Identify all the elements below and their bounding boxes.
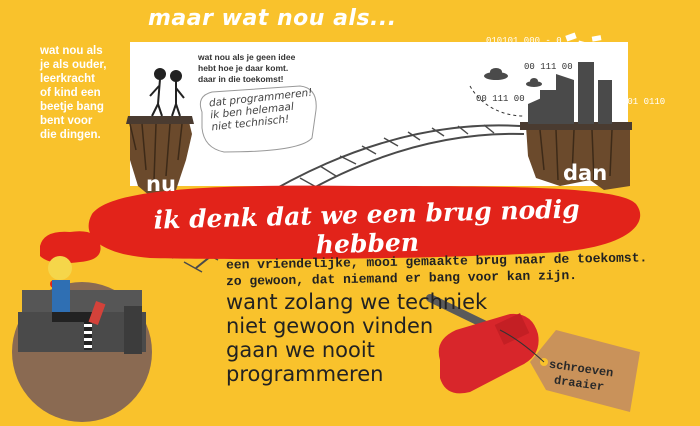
scene-top-note: wat nou als je geen idee hebt hoe je daa… [198, 52, 295, 85]
handwritten-line: niet gewoon vinden [226, 314, 434, 338]
worried-people-illustration [149, 68, 185, 117]
scene-top-note-line: daar in die toekomst! [198, 74, 284, 84]
scene-top-note-line: hebt hoe je daar komt. [198, 63, 289, 73]
couch-scene-illustration [12, 256, 152, 422]
binary-code-label: 00 111 00 [476, 94, 525, 104]
handwritten-line: want zolang we techniek [226, 290, 488, 314]
handwritten-message: want zolang we techniek niet gewoon vind… [226, 290, 526, 386]
floating-blocks-icon [565, 32, 602, 50]
now-label: nu [146, 172, 176, 196]
then-label: dan [563, 161, 608, 185]
handwritten-line: gaan we nooit [226, 338, 375, 362]
handwritten-line: programmeren [226, 362, 384, 386]
thought-bubble-illustration [40, 231, 101, 288]
binary-code-label: 010101 000 - 0 [486, 36, 562, 46]
ufo-icon [484, 68, 508, 80]
ufo-icon [526, 78, 542, 87]
scene-top-note-line: wat nou als je geen idee [198, 52, 296, 62]
binary-code-label: 001 0110 [622, 97, 666, 107]
binary-code-label: 00 111 00 [524, 62, 573, 72]
